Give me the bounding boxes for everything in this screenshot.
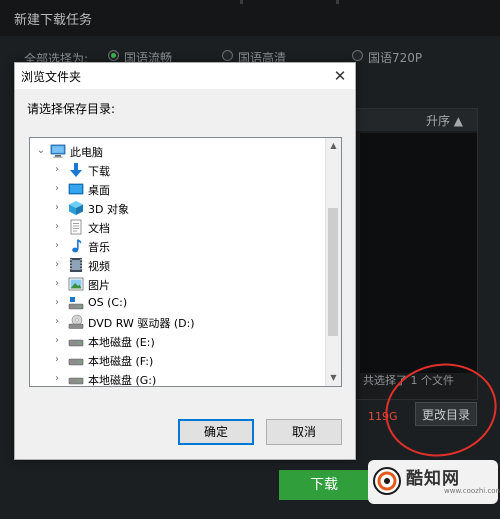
folder-tree[interactable]: ⌄ 此电脑 › 下载 › 桌面 › 3D 对象 › 文档 › 音乐 › 视频 ›… [29,137,342,387]
watermark-logo-icon [373,467,401,495]
pictures-icon [68,277,84,291]
chevron-right-icon[interactable]: › [52,258,62,272]
video-icon [70,258,82,272]
tree-item-label[interactable]: 此电脑 [70,144,103,160]
tree-item-videos[interactable]: › 视频 [30,256,320,275]
ok-button[interactable]: 确定 [178,419,254,445]
chevron-right-icon[interactable]: › [52,315,62,329]
quality-option-label[interactable]: 国语720P [368,49,422,66]
tree-item-dvd-drive[interactable]: › DVD RW 驱动器 (D:) [30,313,320,332]
music-icon [72,239,82,253]
chevron-down-icon[interactable]: ⌄ [36,144,46,158]
window-titlebar: 新建下载任务 [0,0,500,36]
quality-radio-smooth[interactable] [108,50,119,61]
dialog-prompt: 请选择保存目录: [27,102,116,116]
computer-icon [50,144,66,158]
tree-item-label[interactable]: 桌面 [88,182,110,198]
cancel-button[interactable]: 取消 [266,419,342,445]
close-icon[interactable]: ✕ [329,65,351,87]
scroll-down-arrow-icon[interactable]: ▼ [326,370,341,386]
tree-item-desktop[interactable]: › 桌面 [30,180,320,199]
window-title: 新建下载任务 [14,13,93,28]
chevron-right-icon[interactable]: › [52,201,62,215]
chevron-right-icon[interactable]: › [52,334,62,348]
tree-item-disk-f[interactable]: › 本地磁盘 (F:) [30,351,320,370]
tree-item-label[interactable]: 视频 [88,258,110,274]
chevron-right-icon[interactable]: › [52,372,62,386]
browse-folder-dialog: 浏览文件夹 ✕ 请选择保存目录: ⌄ 此电脑 › 下载 › 桌面 › 3D 对象… [14,62,356,460]
watermark-text: 酷知网 [406,469,460,489]
desktop-folder-icon [68,183,84,195]
download-button[interactable]: 下载 [279,470,369,500]
quality-radio-hd[interactable] [222,50,233,61]
os-drive-icon [68,297,84,310]
quality-radio-720p[interactable] [352,50,363,61]
tree-item-this-pc[interactable]: ⌄ 此电脑 [30,142,320,161]
tree-item-pictures[interactable]: › 图片 [30,275,320,294]
chevron-right-icon[interactable]: › [52,239,62,253]
tree-item-os-drive[interactable]: › OS (C:) [30,294,320,313]
dialog-titlebar: 浏览文件夹 ✕ [15,63,355,89]
chevron-right-icon[interactable]: › [52,182,62,196]
list-body [360,133,477,373]
tree-item-label[interactable]: 3D 对象 [88,201,129,217]
tree-item-3d-objects[interactable]: › 3D 对象 [30,199,320,218]
watermark: 酷知网 www.coozhi.com [368,460,500,504]
disk-drive-icon [68,339,84,347]
tree-item-disk-e[interactable]: › 本地磁盘 (E:) [30,332,320,351]
sort-ascending-button[interactable]: 升序 ▲ [426,112,463,129]
tree-item-label[interactable]: 本地磁盘 (E:) [88,334,155,350]
chevron-right-icon[interactable]: › [52,163,62,177]
tree-item-label[interactable]: 音乐 [88,239,110,255]
chevron-right-icon[interactable]: › [52,277,62,291]
disk-drive-icon [68,377,84,385]
tree-item-label[interactable]: 本地磁盘 (F:) [88,353,153,369]
tree-item-label[interactable]: 本地磁盘 (G:) [88,372,156,386]
tree-item-label[interactable]: DVD RW 驱动器 (D:) [88,315,195,331]
tree-item-disk-g[interactable]: › 本地磁盘 (G:) [30,370,320,386]
tree-item-downloads[interactable]: › 下载 [30,161,320,180]
tree-item-documents[interactable]: › 文档 [30,218,320,237]
3d-objects-icon [69,201,83,215]
scrollbar-thumb[interactable] [328,208,338,336]
tree-item-label[interactable]: 文档 [88,220,110,236]
dvd-drive-icon [68,314,84,329]
chevron-right-icon[interactable]: › [52,353,62,367]
scroll-up-arrow-icon[interactable]: ▲ [326,138,341,154]
tree-item-music[interactable]: › 音乐 [30,237,320,256]
tree-item-label[interactable]: 图片 [88,277,110,293]
dialog-title: 浏览文件夹 [21,70,82,84]
chevron-right-icon[interactable]: › [52,220,62,234]
documents-icon [70,219,82,235]
tree-scrollbar[interactable]: ▲ ▼ [325,138,341,386]
tree-item-label[interactable]: OS (C:) [88,296,127,309]
tree-item-label[interactable]: 下载 [88,163,110,179]
download-folder-icon [70,163,82,177]
watermark-url: www.coozhi.com [444,487,500,495]
chevron-right-icon[interactable]: › [52,296,62,310]
disk-drive-icon [68,358,84,366]
